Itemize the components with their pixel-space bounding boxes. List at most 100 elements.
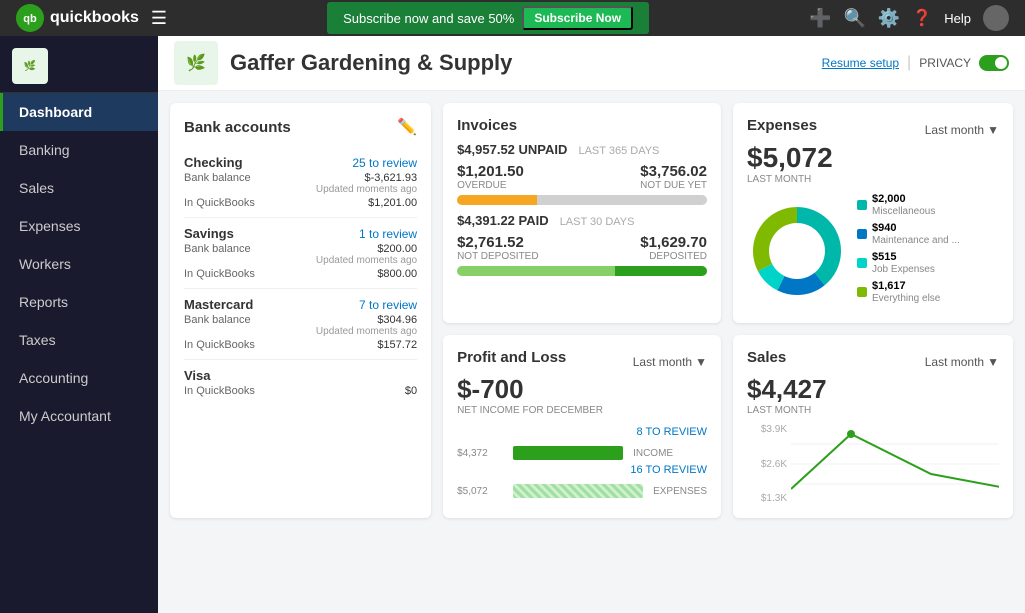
- bank-accounts-card: Bank accounts ✏️ Checking 25 to review B…: [170, 103, 431, 518]
- subscribe-button[interactable]: Subscribe Now: [522, 6, 633, 30]
- chevron-down-icon: ▼: [987, 123, 999, 137]
- notdeposited-bar: [615, 266, 707, 276]
- sidebar-company: 🌿: [0, 40, 158, 93]
- expenses-donut-chart: [747, 201, 847, 301]
- invoices-unpaid-row: $4,957.52 UNPAID LAST 365 DAYS: [457, 142, 707, 157]
- invoices-unpaid-amount: $4,957.52 UNPAID: [457, 142, 567, 157]
- invoices-overdue-col: $1,201.50 OVERDUE: [457, 163, 524, 191]
- savings-review[interactable]: 1 to review: [359, 227, 417, 241]
- checking-review[interactable]: 25 to review: [352, 156, 417, 170]
- content: 🌿 Gaffer Gardening & Supply Resume setup…: [158, 36, 1025, 613]
- chart-y-axis: $3.9K $2.6K $1.3K: [747, 424, 787, 504]
- bank-account-checking: Checking 25 to review Bank balance $-3,6…: [184, 147, 417, 218]
- income-label: INCOME: [633, 448, 673, 459]
- help-icon[interactable]: ❓: [912, 8, 932, 28]
- checking-qb-balance: $1,201.00: [368, 197, 417, 209]
- income-bar-row: $4,372 INCOME: [457, 446, 707, 460]
- sidebar-item-accounting[interactable]: Accounting: [0, 359, 158, 397]
- legend-label-3: $1,617Everything else: [872, 280, 940, 304]
- invoices-progress-bar2: [457, 266, 707, 276]
- visa-balance: $0: [405, 385, 417, 397]
- company-icon: 🌿: [12, 48, 48, 84]
- savings-qb-label: In QuickBooks: [184, 268, 255, 280]
- invoices-deposited-label: DEPOSITED: [640, 251, 707, 262]
- company-title: Gaffer Gardening & Supply: [230, 50, 512, 76]
- savings-updated: Updated moments ago: [316, 255, 417, 266]
- chevron-down-icon: ▼: [695, 355, 707, 369]
- promo-banner: Subscribe now and save 50% Subscribe Now: [327, 2, 649, 34]
- sales-chart: $3.9K $2.6K $1.3K: [747, 424, 999, 504]
- privacy-toggle[interactable]: [979, 55, 1009, 71]
- sidebar-item-dashboard[interactable]: Dashboard: [0, 93, 158, 131]
- sidebar: 🌿 Dashboard Banking Sales Expenses Worke…: [0, 36, 158, 613]
- qb-logo-icon: qb: [16, 4, 44, 32]
- bank-edit-icon[interactable]: ✏️: [397, 117, 417, 137]
- invoices-card: Invoices $4,957.52 UNPAID LAST 365 DAYS …: [443, 103, 721, 323]
- sidebar-item-banking[interactable]: Banking: [0, 131, 158, 169]
- sales-period-text: Last month: [925, 355, 984, 369]
- income-review-link[interactable]: 8 TO REVIEW: [457, 426, 707, 438]
- expenses-period-dropdown[interactable]: Last month ▼: [925, 123, 999, 137]
- sidebar-item-sales[interactable]: Sales: [0, 169, 158, 207]
- sidebar-item-reports[interactable]: Reports: [0, 283, 158, 321]
- legend-dot-3: [857, 287, 867, 297]
- legend-item-0: $2,000Miscellaneous: [857, 193, 960, 217]
- avatar[interactable]: [983, 5, 1009, 31]
- savings-balance: $200.00: [316, 243, 417, 255]
- sidebar-item-taxes[interactable]: Taxes: [0, 321, 158, 359]
- invoices-deposited-amount: $1,629.70: [640, 234, 707, 251]
- checking-balance-label: Bank balance: [184, 172, 251, 195]
- sales-amount: $4,427: [747, 374, 999, 405]
- invoices-overdue-label: OVERDUE: [457, 180, 524, 191]
- checking-balance-row: Bank balance $-3,621.93 Updated moments …: [184, 172, 417, 195]
- invoices-unpaid-period: LAST 365 DAYS: [578, 145, 659, 157]
- sales-period-dropdown[interactable]: Last month ▼: [925, 355, 999, 369]
- profit-loss-bars: 8 TO REVIEW $4,372 INCOME 16 TO REVIEW $…: [457, 426, 707, 498]
- sidebar-item-workers[interactable]: Workers: [0, 245, 158, 283]
- expenses-label: LAST MONTH: [747, 174, 999, 185]
- chevron-down-icon: ▼: [987, 355, 999, 369]
- visa-name: Visa: [184, 368, 211, 383]
- svg-text:qb: qb: [23, 13, 37, 25]
- profit-loss-period-dropdown[interactable]: Last month ▼: [633, 355, 707, 369]
- mastercard-balance-label: Bank balance: [184, 314, 251, 337]
- promo-text: Subscribe now and save 50%: [343, 11, 514, 26]
- hamburger-icon[interactable]: ☰: [151, 8, 167, 29]
- company-avatar: 🌿: [174, 41, 218, 85]
- invoices-overdue-amount: $1,201.50: [457, 163, 524, 180]
- invoices-notdeposited-col: $2,761.52 NOT DEPOSITED: [457, 234, 539, 262]
- add-icon[interactable]: ➕: [809, 8, 831, 29]
- legend-item-3: $1,617Everything else: [857, 280, 960, 304]
- invoices-progress-bar1: [457, 195, 707, 205]
- bank-account-checking-header: Checking 25 to review: [184, 155, 417, 170]
- y-label-2: $1.3K: [747, 493, 787, 504]
- sidebar-item-accountant[interactable]: My Accountant: [0, 397, 158, 435]
- mastercard-balance: $304.96: [316, 314, 417, 326]
- invoices-paid-period: LAST 30 DAYS: [560, 216, 635, 228]
- legend-label-2: $515Job Expenses: [872, 251, 935, 275]
- bank-account-savings: Savings 1 to review Bank balance $200.00…: [184, 218, 417, 289]
- y-label-0: $3.9K: [747, 424, 787, 435]
- legend-label-1: $940Maintenance and ...: [872, 222, 960, 246]
- search-icon[interactable]: 🔍: [843, 8, 865, 29]
- bank-accounts-title: Bank accounts: [184, 119, 291, 136]
- expenses-label-text: EXPENSES: [653, 486, 707, 497]
- sidebar-item-expenses[interactable]: Expenses: [0, 207, 158, 245]
- mastercard-qb-row: In QuickBooks $157.72: [184, 339, 417, 351]
- expenses-period-text: Last month: [925, 123, 984, 137]
- checking-updated: Updated moments ago: [316, 184, 417, 195]
- sales-title: Sales: [747, 349, 786, 366]
- profit-loss-card: Profit and Loss Last month ▼ $-700 NET I…: [443, 335, 721, 518]
- invoices-notdue-label: NOT DUE YET: [640, 180, 707, 191]
- legend-item-1: $940Maintenance and ...: [857, 222, 960, 246]
- resume-setup-link[interactable]: Resume setup: [822, 56, 899, 70]
- gear-icon[interactable]: ⚙️: [878, 8, 900, 29]
- expenses-review-link[interactable]: 16 TO REVIEW: [457, 464, 707, 476]
- profit-loss-period-text: Last month: [633, 355, 692, 369]
- invoices-notdue-amount: $3,756.02: [640, 163, 707, 180]
- mastercard-review[interactable]: 7 to review: [359, 298, 417, 312]
- header-right: Resume setup | PRIVACY: [822, 54, 1009, 72]
- help-text[interactable]: Help: [944, 11, 971, 26]
- mastercard-balance-row: Bank balance $304.96 Updated moments ago: [184, 314, 417, 337]
- savings-qb-row: In QuickBooks $800.00: [184, 268, 417, 280]
